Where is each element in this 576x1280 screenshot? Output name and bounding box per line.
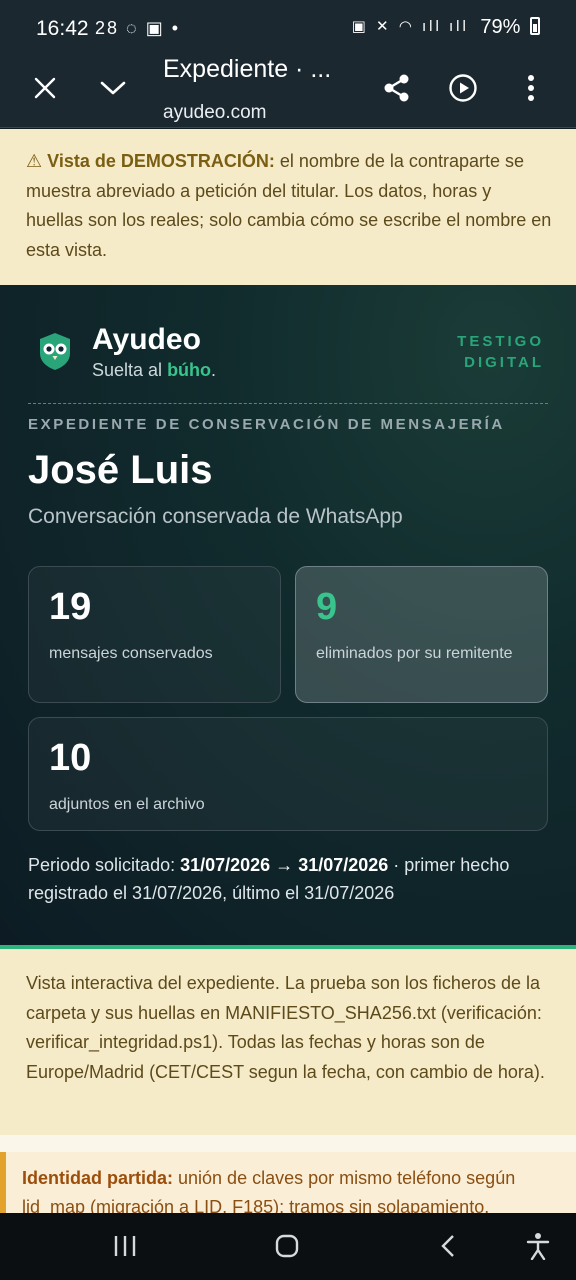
period-end: 31/07/2026 — [298, 855, 389, 875]
requested-period: Periodo solicitado: 31/07/2026 → 31/07/2… — [28, 851, 538, 907]
tagline-highlight: búho — [167, 360, 212, 380]
page-title: Expediente · ... — [163, 55, 332, 83]
accessibility-icon — [526, 1233, 550, 1260]
recent-apps-button[interactable] — [108, 1231, 142, 1261]
demo-warning-label: ⚠ Vista de DEMOSTRACIÓN: — [26, 151, 275, 171]
recent-apps-icon — [114, 1236, 136, 1256]
period-start: 31/07/2026 — [180, 855, 271, 875]
identity-alert: Identidad partida: unión de claves por m… — [0, 1152, 576, 1213]
minimize-button[interactable] — [91, 66, 135, 110]
stat-value: 10 — [49, 737, 92, 779]
stat-value: 19 — [49, 586, 92, 628]
digital-witness-badge: TESTIGO DIGITAL — [424, 331, 544, 373]
tagline-suffix: . — [211, 360, 217, 380]
status-bar: 16:42 28 ◌ ▣ • ▣ ✕ ◠ ıll ıll 79% — [0, 0, 576, 58]
play-circle-icon — [449, 74, 477, 102]
share-icon — [384, 74, 409, 102]
system-icons: ▣ ✕ ◠ ıll ıll — [351, 18, 469, 35]
stat-card-deleted[interactable]: 9 eliminados por su remitente — [295, 566, 548, 703]
system-navigation-bar — [0, 1213, 576, 1280]
battery-icon — [530, 17, 540, 35]
stat-label: adjuntos en el archivo — [49, 796, 205, 813]
owl-logo-icon — [40, 333, 70, 370]
alert-label: Identidad partida: — [22, 1168, 174, 1188]
back-button[interactable] — [434, 1231, 462, 1261]
tagline-prefix: Suelta al — [92, 360, 168, 380]
close-icon — [34, 77, 56, 99]
stat-label: eliminados por su remitente — [316, 645, 513, 662]
stat-value: 9 — [316, 586, 338, 628]
notification-icons: 28 ◌ ▣ • — [95, 18, 181, 38]
contact-name: José Luis — [28, 448, 213, 492]
brand-tagline: Suelta al búho. — [92, 360, 216, 381]
stat-card-messages: 19 mensajes conservados — [28, 566, 281, 703]
record-subtitle: Conversación conservada de WhatsApp — [28, 505, 403, 528]
home-button[interactable] — [270, 1231, 304, 1261]
brand-name: Ayudeo — [92, 323, 201, 356]
battery-level: 79% — [480, 16, 521, 38]
url-display[interactable]: ayudeo.com — [163, 102, 267, 124]
close-tab-button[interactable] — [23, 66, 67, 110]
back-icon — [441, 1235, 454, 1257]
share-button[interactable] — [375, 66, 419, 110]
period-arrow: → — [270, 855, 299, 875]
browser-chrome: 16:42 28 ◌ ▣ • ▣ ✕ ◠ ıll ıll 79% Expedie… — [0, 0, 576, 128]
play-button[interactable] — [441, 66, 485, 110]
status-right: ▣ ✕ ◠ ıll ıll 79% — [352, 16, 540, 39]
chevron-down-icon — [100, 81, 126, 95]
badge-line-2: DIGITAL — [464, 354, 544, 371]
more-options-button[interactable] — [509, 66, 553, 110]
record-kicker: EXPEDIENTE DE CONSERVACIÓN DE MENSAJERÍA — [28, 416, 505, 433]
record-header: Ayudeo Suelta al búho. TESTIGO DIGITAL E… — [0, 285, 576, 949]
home-icon — [275, 1234, 299, 1258]
stat-label: mensajes conservados — [49, 645, 213, 662]
stat-card-attachments: 10 adjuntos en el archivo — [28, 717, 548, 831]
accessibility-button[interactable] — [522, 1231, 554, 1261]
more-vertical-icon — [528, 75, 534, 101]
status-time: 16:42 — [36, 17, 89, 40]
divider — [28, 403, 548, 404]
demo-warning-banner: ⚠ Vista de DEMOSTRACIÓN: el nombre de la… — [0, 129, 576, 285]
badge-line-1: TESTIGO — [457, 333, 544, 350]
period-prefix: Periodo solicitado: — [28, 855, 181, 875]
info-panel: Vista interactiva del expediente. La pru… — [0, 949, 576, 1135]
